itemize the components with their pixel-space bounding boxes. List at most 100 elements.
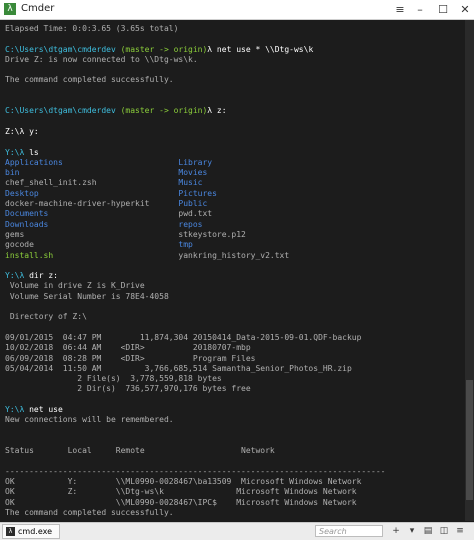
console-line: Y:\λ ls	[5, 148, 386, 158]
console-text: Volume Serial Number is 78E4-4058	[5, 291, 169, 301]
console-text: bin	[5, 168, 179, 178]
console-text: Applications	[5, 157, 179, 167]
console-text: Pictures	[178, 188, 217, 198]
console-line: 09/01/2015 04:47 PM 11,874,304 20150414_…	[5, 333, 386, 343]
console-text: ls	[29, 147, 39, 157]
console-line: Status Local Remote Network	[5, 446, 386, 456]
window-title: Cmder	[21, 3, 55, 14]
console-text: tmp	[178, 240, 193, 250]
console-text: chef_shell_init.zsh	[5, 178, 179, 188]
tab-cmd[interactable]: λ cmd.exe	[2, 524, 60, 539]
console-text: Library	[178, 157, 213, 167]
console-text: Music	[178, 178, 203, 188]
console-line: OK Y: \\ML0990-0028467\ba13509 Microsoft…	[5, 477, 386, 487]
console-line: ----------------------------------------…	[5, 467, 386, 477]
console-line: The command completed successfully.	[5, 75, 386, 85]
console-line: Volume in drive Z is K_Drive	[5, 281, 386, 291]
search-input[interactable]: Search	[315, 525, 383, 537]
tab-label: cmd.exe	[18, 527, 53, 536]
console-text: OK Z: \\Dtg-ws\k Microsoft Windows Netwo…	[5, 487, 357, 497]
console-text: Movies	[178, 168, 208, 178]
console-line: 05/04/2014 11:50 AM 3,766,685,514 Samant…	[5, 364, 386, 374]
scrollbar-thumb[interactable]	[466, 380, 473, 500]
console-line: chef_shell_init.zsh Music	[5, 178, 386, 188]
console-line: C:\Users\dtgam\cmderdev (master -> origi…	[5, 106, 386, 116]
console-text: OK \\ML0990-0028467\IPC$ Microsoft Windo…	[5, 497, 357, 507]
console-text: 2 Dir(s) 736,577,970,176 bytes free	[5, 384, 251, 394]
console-line: 2 File(s) 3,778,559,818 bytes	[5, 374, 386, 384]
console-text: Volume in drive Z is K_Drive	[5, 281, 145, 291]
console-line: New connections will be remembered.	[5, 415, 386, 425]
console-line: docker-machine-driver-hyperkit Public	[5, 199, 386, 209]
console-text: (master -> origin)	[115, 106, 208, 116]
console-line: Directory of Z:\	[5, 312, 386, 322]
console-line: install.sh yankring_history_v2.txt	[5, 251, 386, 261]
console-line: 10/02/2018 06:44 AM <DIR> 20180707-mbp	[5, 343, 386, 353]
terminal-output[interactable]: Elapsed Time: 0:0:3.65 (3.65s total) C:\U…	[0, 20, 474, 521]
console-text: Elapsed Time: 0:0:3.65 (3.65s total)	[5, 24, 179, 33]
console-text: repos	[178, 219, 203, 229]
console-text: λ net use * \\Dtg-ws\k	[207, 44, 314, 54]
console-text: λ z:	[207, 106, 227, 116]
close-button[interactable]: ✕	[450, 0, 474, 19]
console-line: OK Z: \\Dtg-ws\k Microsoft Windows Netwo…	[5, 487, 386, 497]
console-text: Downloads	[5, 219, 179, 229]
console-text: 09/01/2015 04:47 PM 11,874,304 20150414_…	[5, 332, 362, 342]
add-icon[interactable]: +	[390, 525, 402, 537]
console-line: Volume Serial Number is 78E4-4058	[5, 292, 386, 302]
console-text: Status Local Remote Network	[5, 446, 275, 456]
console-text: C:\Users\dtgam\cmderdev	[5, 44, 116, 54]
console-line: OK \\ML0990-0028467\IPC$ Microsoft Windo…	[5, 498, 386, 508]
cmder-icon: λ	[4, 3, 16, 15]
console-text: Public	[178, 199, 208, 209]
console-line: The command completed successfully.	[5, 508, 386, 518]
scroll-icon[interactable]: ◫	[438, 525, 450, 537]
console-line: Elapsed Time: 0:0:3.65 (3.65s total)	[5, 24, 386, 34]
console-text: net use	[29, 404, 63, 414]
console-text: stkeystore.p12	[178, 229, 246, 239]
console-text: gocode	[5, 240, 179, 250]
console-text: C:\Users\dtgam\cmderdev	[5, 106, 116, 116]
console-lines: Elapsed Time: 0:0:3.65 (3.65s total) C:\U…	[5, 24, 386, 521]
title-bar: λ Cmder ≡ – ☐ ✕	[0, 0, 474, 20]
console-line: Drive Z: is now connected to \\Dtg-ws\k.	[5, 55, 386, 65]
console-text: 05/04/2014 11:50 AM 3,766,685,514 Samant…	[5, 363, 352, 373]
console-text: gems	[5, 229, 179, 239]
console-text: Y:\λ	[5, 147, 30, 157]
console-text: 10/02/2018 06:44 AM <DIR> 20180707-mbp	[5, 343, 251, 353]
scrollbar[interactable]	[465, 20, 474, 521]
split-icon[interactable]: ▤	[422, 525, 434, 537]
console-text: pwd.txt	[178, 209, 213, 219]
console-line: Documents pwd.txt	[5, 209, 386, 219]
console-line: C:\Users\dtgam\cmderdev (master -> origi…	[5, 45, 386, 55]
menu-icon[interactable]: ≡	[454, 525, 466, 537]
status-bar: λ cmd.exe Search + ▾ ▤ ◫ ≡	[0, 522, 474, 540]
console-text: Documents	[5, 209, 179, 219]
console-text: Directory of Z:\	[5, 312, 87, 322]
console-text: ----------------------------------------…	[5, 466, 386, 476]
console-line: Downloads repos	[5, 220, 386, 230]
console-text: OK Y: \\ML0990-0028467\ba13509 Microsoft…	[5, 477, 362, 487]
console-line: gems stkeystore.p12	[5, 230, 386, 240]
console-line: Y:\λ net use	[5, 405, 386, 415]
console-text: install.sh	[5, 250, 179, 260]
console-text: Y:\λ	[5, 404, 30, 414]
console-text: 2 File(s) 3,778,559,818 bytes	[5, 374, 222, 384]
console-text: Y:\λ	[5, 271, 30, 281]
console-line: gocode tmp	[5, 240, 386, 250]
console-text: Desktop	[5, 188, 179, 198]
dropdown-icon[interactable]: ▾	[406, 525, 418, 537]
console-text: dir z:	[29, 271, 58, 281]
